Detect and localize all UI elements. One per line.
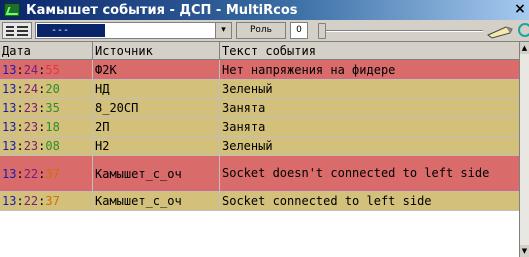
event-text: Зеленый <box>222 139 273 153</box>
slider-thumb[interactable] <box>318 23 326 39</box>
time-hour: 13 <box>2 194 17 208</box>
column-header-date[interactable]: Дата <box>0 42 93 59</box>
scroll-up-icon[interactable]: ▲ <box>520 42 529 54</box>
event-time: 13:22:37 <box>0 192 93 210</box>
event-source: Ф2К <box>93 60 220 79</box>
event-time: 13:23:35 <box>0 99 93 117</box>
table-row[interactable]: 13:23:18 2П Занята <box>0 118 519 137</box>
time-minute: 23 <box>23 120 39 134</box>
time-hour: 13 <box>2 62 17 77</box>
refresh-icon[interactable] <box>518 23 529 37</box>
event-source: 8_20СП <box>93 99 220 117</box>
event-text: Socket doesn't connected to left side <box>222 166 490 180</box>
event-time: 13:22:37 <box>0 156 93 191</box>
vertical-scrollbar[interactable]: ▲ ▼ <box>519 42 529 257</box>
table-row[interactable]: 13:23:35 8_20СП Занята <box>0 99 519 118</box>
pencil-icon[interactable] <box>486 23 516 39</box>
time-minute: 23 <box>23 101 39 115</box>
app-icon <box>4 3 20 17</box>
time-second: 37 <box>45 194 60 208</box>
window-title: Камышет события - ДСП - MultiRcos <box>26 2 298 18</box>
time-minute: 24 <box>23 62 39 77</box>
slider-track[interactable] <box>318 30 483 32</box>
event-source: Камышет_с_оч <box>93 192 220 210</box>
close-button[interactable]: × <box>513 1 527 18</box>
column-header-source[interactable]: Источник <box>93 42 220 59</box>
chevron-down-icon[interactable]: ▾ <box>215 23 231 38</box>
time-minute: 24 <box>23 82 39 96</box>
time-minute: 22 <box>23 166 39 181</box>
table-row[interactable]: 13:22:37 Камышет_с_оч Socket doesn't conne… <box>0 156 519 192</box>
time-second: 18 <box>45 120 60 134</box>
time-second: 08 <box>45 139 60 153</box>
time-second: 20 <box>45 82 60 96</box>
event-source: Н2 <box>93 137 220 155</box>
time-hour: 13 <box>2 139 17 153</box>
event-time: 13:23:18 <box>0 118 93 136</box>
level-field[interactable]: 0 <box>290 22 308 39</box>
event-source: Камышет_с_оч <box>93 156 220 191</box>
event-text: Socket connected to left side <box>222 194 432 208</box>
scroll-down-icon[interactable]: ▼ <box>520 245 529 257</box>
title-bar: Камышет события - ДСП - MultiRcos × <box>0 0 529 20</box>
time-hour: 13 <box>2 120 17 134</box>
event-source: НД <box>93 80 220 98</box>
table-row[interactable]: 13:22:37 Камышет_с_оч Socket connected to … <box>0 192 519 211</box>
event-time: 13:24:55 <box>0 60 93 79</box>
role-button[interactable]: Роль <box>236 22 286 39</box>
event-text: Зеленый <box>222 82 273 96</box>
table-row[interactable]: 13:24:20 НД Зеленый <box>0 80 519 99</box>
time-second: 35 <box>45 101 60 115</box>
time-hour: 13 <box>2 166 17 181</box>
station-select-value: --- <box>37 24 105 37</box>
station-select[interactable]: --- ▾ <box>35 22 232 39</box>
time-minute: 23 <box>23 139 39 153</box>
grid-view-icon[interactable] <box>2 22 32 39</box>
event-text: Занята <box>222 120 266 134</box>
time-hour: 13 <box>2 101 17 115</box>
event-source: 2П <box>93 118 220 136</box>
event-time: 13:23:08 <box>0 137 93 155</box>
time-second: 55 <box>45 62 60 77</box>
toolbar: --- ▾ Роль 0 <box>0 20 529 42</box>
time-second: 37 <box>45 166 60 181</box>
column-header-text[interactable]: Текст события <box>220 42 519 59</box>
event-time: 13:24:20 <box>0 80 93 98</box>
time-hour: 13 <box>2 82 17 96</box>
events-table: Дата Источник Текст события 13:24:55 Ф2К Н… <box>0 42 519 257</box>
table-header: Дата Источник Текст события <box>0 42 519 60</box>
event-text: Нет напряжения на фидере <box>222 62 396 77</box>
table-row[interactable]: 13:24:55 Ф2К Нет напряжения на фидере <box>0 60 519 80</box>
time-minute: 22 <box>23 194 39 208</box>
event-text: Занята <box>222 101 266 115</box>
table-row[interactable]: 13:23:08 Н2 Зеленый <box>0 137 519 156</box>
